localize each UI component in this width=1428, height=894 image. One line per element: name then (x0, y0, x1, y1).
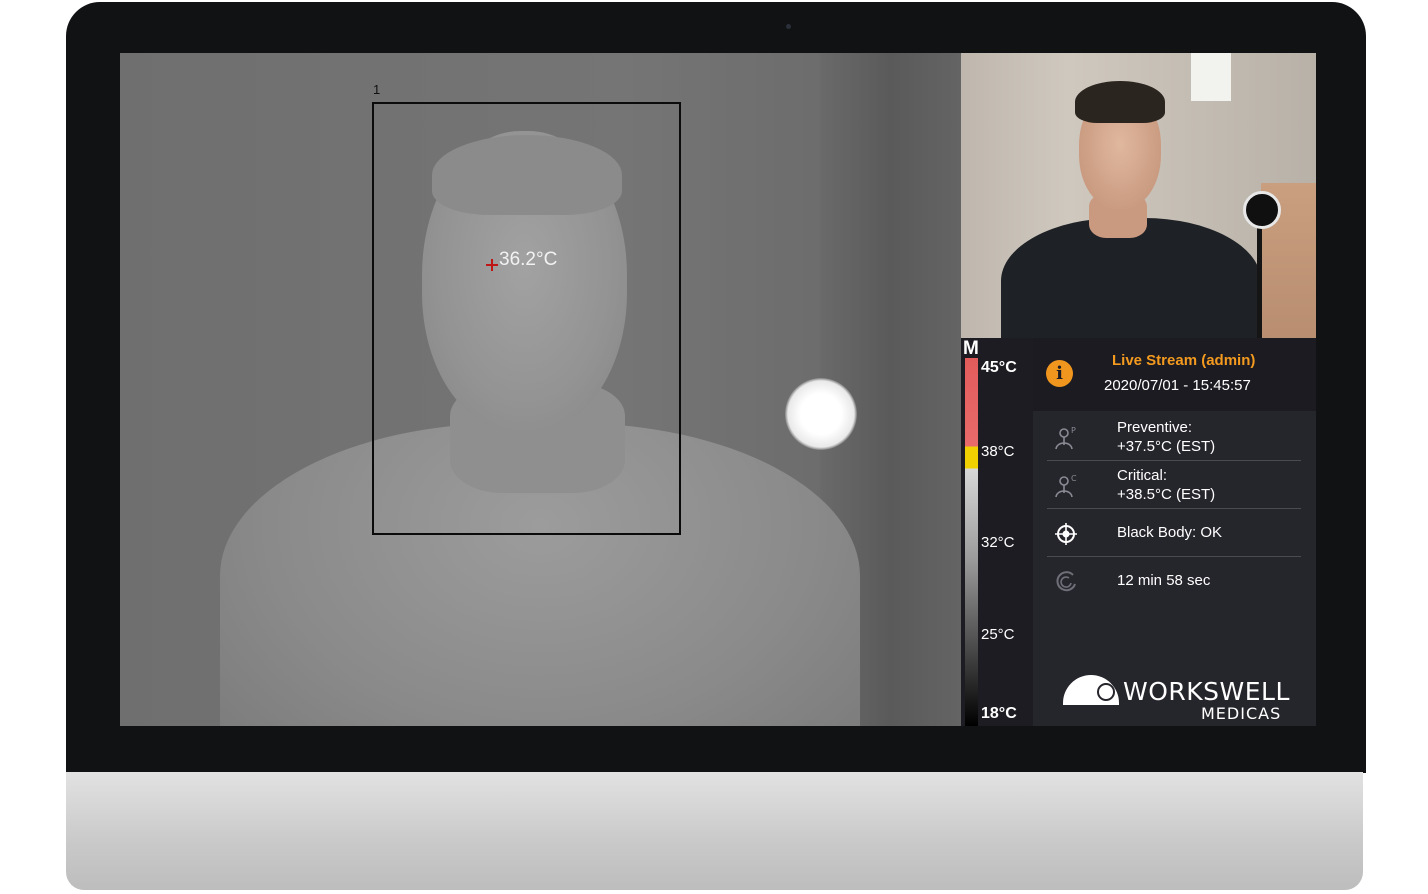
app-screen: 1 36.2°C M 45°C 38°C 32°C 25°C 18°C i Li… (120, 53, 1316, 726)
logo-crosshair-mark (1097, 683, 1115, 701)
blackbody-status-row: Black Body: OK (1047, 509, 1301, 557)
thermometer-person-c-icon: C (1055, 474, 1077, 498)
scale-mode: M (963, 338, 979, 359)
scale-tick-32: 32°C (981, 534, 1015, 551)
person-hair (1075, 81, 1165, 123)
crosshair-icon (486, 259, 498, 271)
stream-datetime: 2020/07/01 - 15:45:57 (1104, 377, 1251, 394)
stream-title: Live Stream (admin) (1112, 352, 1256, 369)
background-window (1191, 53, 1231, 101)
critical-value: +38.5°C (EST) (1117, 486, 1216, 503)
svg-text:C: C (1071, 474, 1077, 483)
critical-label: Critical: (1117, 467, 1168, 484)
webcam-dot (786, 24, 791, 29)
logo-text-medicas: MEDICAS (1201, 704, 1282, 723)
face-detection-box[interactable] (372, 102, 681, 535)
temperature-scale: M 45°C 38°C 32°C 25°C 18°C (961, 338, 1033, 726)
uptime-row: 12 min 58 sec (1047, 557, 1301, 604)
color-palette-bar (965, 358, 978, 726)
blackbody-status: Black Body: OK (1117, 524, 1223, 541)
scale-tick-25: 25°C (981, 626, 1015, 643)
blackbody-stand (1257, 223, 1262, 338)
scale-tick-max: 45°C (981, 359, 1017, 376)
workswell-medicas-logo: WORKSWELL MEDICAS (1063, 673, 1308, 723)
thermal-view[interactable]: 1 36.2°C (120, 53, 961, 726)
critical-threshold-row: C Critical: +38.5°C (EST) (1047, 461, 1301, 509)
preventive-threshold-row: P Preventive: +37.5°C (EST) (1047, 413, 1301, 461)
svg-text:P: P (1071, 426, 1076, 435)
visible-camera-view[interactable] (961, 53, 1316, 338)
info-icon[interactable]: i (1046, 360, 1073, 387)
status-header: i Live Stream (admin) 2020/07/01 - 15:45… (1033, 338, 1316, 411)
roi-label: 1 (373, 82, 381, 97)
preventive-label: Preventive: (1117, 419, 1193, 436)
scale-tick-38: 38°C (981, 443, 1015, 460)
preventive-value: +37.5°C (EST) (1117, 438, 1216, 455)
thermal-hot-spot (785, 378, 857, 450)
spot-temperature: 36.2°C (499, 249, 558, 270)
blackbody-reference (1243, 191, 1281, 229)
monitor-chin (66, 772, 1363, 890)
thermometer-person-p-icon: P (1055, 426, 1076, 450)
timer-icon (1056, 571, 1076, 592)
uptime-value: 12 min 58 sec (1117, 572, 1211, 589)
logo-text-workswell: WORKSWELL (1123, 677, 1290, 706)
target-icon (1055, 523, 1077, 545)
status-panel: i Live Stream (admin) 2020/07/01 - 15:45… (1033, 338, 1316, 726)
scale-tick-min: 18°C (981, 705, 1017, 722)
